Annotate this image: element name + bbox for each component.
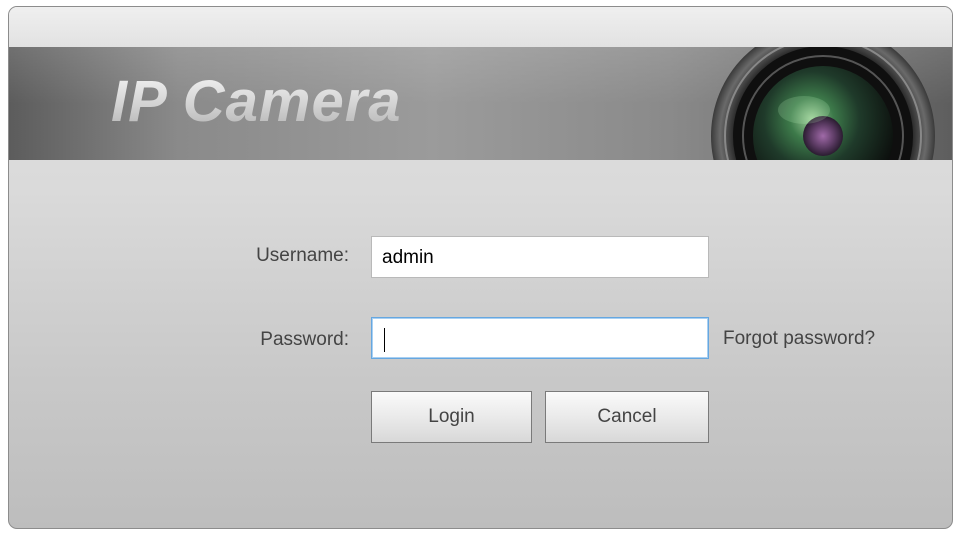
dialog-top-strip (9, 7, 952, 47)
password-field[interactable] (371, 317, 709, 359)
app-title: IP Camera (111, 69, 402, 134)
forgot-password-link[interactable]: Forgot password? (723, 328, 875, 350)
login-dialog: IP Camera Username: admin Password: Forg… (8, 6, 953, 529)
text-caret (384, 328, 385, 352)
cancel-button[interactable]: Cancel (545, 391, 709, 443)
username-label: Username: (256, 245, 349, 266)
username-field[interactable]: admin (371, 236, 709, 278)
header-banner: IP Camera (9, 47, 952, 160)
login-button[interactable]: Login (371, 391, 532, 443)
camera-lens-icon (711, 47, 935, 160)
password-label: Password: (260, 329, 349, 350)
